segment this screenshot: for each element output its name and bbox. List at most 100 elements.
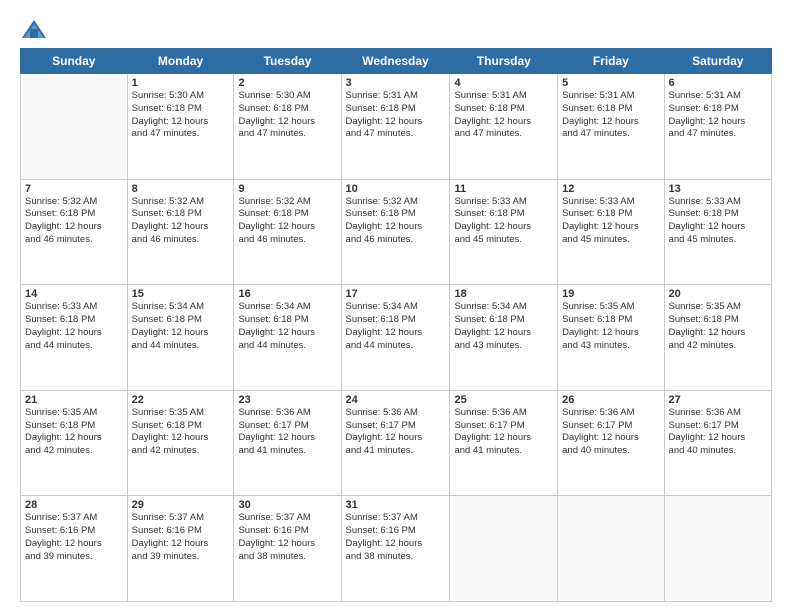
calendar-table: SundayMondayTuesdayWednesdayThursdayFrid… — [20, 48, 772, 602]
day-info: Sunrise: 5:36 AMSunset: 6:17 PMDaylight:… — [238, 407, 336, 458]
calendar-day-header: Friday — [558, 49, 664, 74]
day-info: Sunrise: 5:36 AMSunset: 6:17 PMDaylight:… — [669, 407, 767, 458]
calendar-cell: 9Sunrise: 5:32 AMSunset: 6:18 PMDaylight… — [234, 179, 341, 285]
calendar-day-header: Thursday — [450, 49, 558, 74]
day-number: 21 — [25, 394, 123, 406]
calendar-cell: 11Sunrise: 5:33 AMSunset: 6:18 PMDayligh… — [450, 179, 558, 285]
calendar-cell: 4Sunrise: 5:31 AMSunset: 6:18 PMDaylight… — [450, 74, 558, 180]
day-number: 7 — [25, 183, 123, 195]
day-info: Sunrise: 5:31 AMSunset: 6:18 PMDaylight:… — [669, 90, 767, 141]
header — [20, 16, 772, 44]
day-number: 31 — [346, 499, 446, 511]
day-info: Sunrise: 5:37 AMSunset: 6:16 PMDaylight:… — [346, 512, 446, 563]
day-info: Sunrise: 5:33 AMSunset: 6:18 PMDaylight:… — [562, 196, 659, 247]
calendar-day-header: Tuesday — [234, 49, 341, 74]
day-info: Sunrise: 5:31 AMSunset: 6:18 PMDaylight:… — [454, 90, 553, 141]
day-number: 26 — [562, 394, 659, 406]
calendar-week-row: 28Sunrise: 5:37 AMSunset: 6:16 PMDayligh… — [21, 496, 772, 602]
calendar-cell: 5Sunrise: 5:31 AMSunset: 6:18 PMDaylight… — [558, 74, 664, 180]
calendar-cell — [450, 496, 558, 602]
day-info: Sunrise: 5:32 AMSunset: 6:18 PMDaylight:… — [238, 196, 336, 247]
day-info: Sunrise: 5:35 AMSunset: 6:18 PMDaylight:… — [25, 407, 123, 458]
calendar-cell: 10Sunrise: 5:32 AMSunset: 6:18 PMDayligh… — [341, 179, 450, 285]
day-info: Sunrise: 5:37 AMSunset: 6:16 PMDaylight:… — [132, 512, 230, 563]
page: SundayMondayTuesdayWednesdayThursdayFrid… — [0, 0, 792, 612]
day-info: Sunrise: 5:30 AMSunset: 6:18 PMDaylight:… — [132, 90, 230, 141]
day-number: 12 — [562, 183, 659, 195]
day-number: 10 — [346, 183, 446, 195]
calendar-cell: 29Sunrise: 5:37 AMSunset: 6:16 PMDayligh… — [127, 496, 234, 602]
calendar-header-row: SundayMondayTuesdayWednesdayThursdayFrid… — [21, 49, 772, 74]
day-info: Sunrise: 5:32 AMSunset: 6:18 PMDaylight:… — [132, 196, 230, 247]
calendar-week-row: 1Sunrise: 5:30 AMSunset: 6:18 PMDaylight… — [21, 74, 772, 180]
day-info: Sunrise: 5:37 AMSunset: 6:16 PMDaylight:… — [238, 512, 336, 563]
day-info: Sunrise: 5:32 AMSunset: 6:18 PMDaylight:… — [25, 196, 123, 247]
calendar-day-header: Saturday — [664, 49, 771, 74]
calendar-cell: 3Sunrise: 5:31 AMSunset: 6:18 PMDaylight… — [341, 74, 450, 180]
calendar-cell — [664, 496, 771, 602]
day-number: 30 — [238, 499, 336, 511]
day-number: 18 — [454, 288, 553, 300]
day-number: 8 — [132, 183, 230, 195]
calendar-cell: 17Sunrise: 5:34 AMSunset: 6:18 PMDayligh… — [341, 285, 450, 391]
day-number: 16 — [238, 288, 336, 300]
day-info: Sunrise: 5:34 AMSunset: 6:18 PMDaylight:… — [238, 301, 336, 352]
day-info: Sunrise: 5:32 AMSunset: 6:18 PMDaylight:… — [346, 196, 446, 247]
calendar-cell: 27Sunrise: 5:36 AMSunset: 6:17 PMDayligh… — [664, 390, 771, 496]
day-number: 1 — [132, 77, 230, 89]
calendar-cell: 2Sunrise: 5:30 AMSunset: 6:18 PMDaylight… — [234, 74, 341, 180]
calendar-cell: 28Sunrise: 5:37 AMSunset: 6:16 PMDayligh… — [21, 496, 128, 602]
calendar-cell: 24Sunrise: 5:36 AMSunset: 6:17 PMDayligh… — [341, 390, 450, 496]
day-number: 29 — [132, 499, 230, 511]
day-number: 4 — [454, 77, 553, 89]
calendar-cell: 25Sunrise: 5:36 AMSunset: 6:17 PMDayligh… — [450, 390, 558, 496]
calendar-cell: 6Sunrise: 5:31 AMSunset: 6:18 PMDaylight… — [664, 74, 771, 180]
calendar-cell: 26Sunrise: 5:36 AMSunset: 6:17 PMDayligh… — [558, 390, 664, 496]
day-number: 24 — [346, 394, 446, 406]
calendar-cell: 20Sunrise: 5:35 AMSunset: 6:18 PMDayligh… — [664, 285, 771, 391]
calendar-cell: 30Sunrise: 5:37 AMSunset: 6:16 PMDayligh… — [234, 496, 341, 602]
day-number: 23 — [238, 394, 336, 406]
day-info: Sunrise: 5:30 AMSunset: 6:18 PMDaylight:… — [238, 90, 336, 141]
day-info: Sunrise: 5:34 AMSunset: 6:18 PMDaylight:… — [346, 301, 446, 352]
day-number: 19 — [562, 288, 659, 300]
day-number: 17 — [346, 288, 446, 300]
day-number: 6 — [669, 77, 767, 89]
day-number: 11 — [454, 183, 553, 195]
day-number: 5 — [562, 77, 659, 89]
calendar-day-header: Sunday — [21, 49, 128, 74]
calendar-cell: 16Sunrise: 5:34 AMSunset: 6:18 PMDayligh… — [234, 285, 341, 391]
calendar-cell — [558, 496, 664, 602]
logo-icon — [20, 16, 48, 44]
day-number: 15 — [132, 288, 230, 300]
calendar-cell: 22Sunrise: 5:35 AMSunset: 6:18 PMDayligh… — [127, 390, 234, 496]
day-info: Sunrise: 5:33 AMSunset: 6:18 PMDaylight:… — [669, 196, 767, 247]
calendar-day-header: Wednesday — [341, 49, 450, 74]
day-info: Sunrise: 5:35 AMSunset: 6:18 PMDaylight:… — [562, 301, 659, 352]
calendar-week-row: 21Sunrise: 5:35 AMSunset: 6:18 PMDayligh… — [21, 390, 772, 496]
day-number: 20 — [669, 288, 767, 300]
logo — [20, 16, 52, 44]
day-info: Sunrise: 5:33 AMSunset: 6:18 PMDaylight:… — [25, 301, 123, 352]
calendar-cell: 1Sunrise: 5:30 AMSunset: 6:18 PMDaylight… — [127, 74, 234, 180]
calendar-cell: 14Sunrise: 5:33 AMSunset: 6:18 PMDayligh… — [21, 285, 128, 391]
day-number: 3 — [346, 77, 446, 89]
day-number: 9 — [238, 183, 336, 195]
calendar-cell: 13Sunrise: 5:33 AMSunset: 6:18 PMDayligh… — [664, 179, 771, 285]
day-number: 22 — [132, 394, 230, 406]
day-info: Sunrise: 5:37 AMSunset: 6:16 PMDaylight:… — [25, 512, 123, 563]
calendar-cell: 12Sunrise: 5:33 AMSunset: 6:18 PMDayligh… — [558, 179, 664, 285]
day-info: Sunrise: 5:36 AMSunset: 6:17 PMDaylight:… — [454, 407, 553, 458]
day-info: Sunrise: 5:33 AMSunset: 6:18 PMDaylight:… — [454, 196, 553, 247]
day-info: Sunrise: 5:31 AMSunset: 6:18 PMDaylight:… — [346, 90, 446, 141]
day-number: 13 — [669, 183, 767, 195]
calendar-cell: 31Sunrise: 5:37 AMSunset: 6:16 PMDayligh… — [341, 496, 450, 602]
calendar-cell: 8Sunrise: 5:32 AMSunset: 6:18 PMDaylight… — [127, 179, 234, 285]
calendar-day-header: Monday — [127, 49, 234, 74]
calendar-cell: 23Sunrise: 5:36 AMSunset: 6:17 PMDayligh… — [234, 390, 341, 496]
calendar-cell: 19Sunrise: 5:35 AMSunset: 6:18 PMDayligh… — [558, 285, 664, 391]
day-info: Sunrise: 5:34 AMSunset: 6:18 PMDaylight:… — [132, 301, 230, 352]
day-info: Sunrise: 5:35 AMSunset: 6:18 PMDaylight:… — [669, 301, 767, 352]
calendar-week-row: 7Sunrise: 5:32 AMSunset: 6:18 PMDaylight… — [21, 179, 772, 285]
day-number: 14 — [25, 288, 123, 300]
